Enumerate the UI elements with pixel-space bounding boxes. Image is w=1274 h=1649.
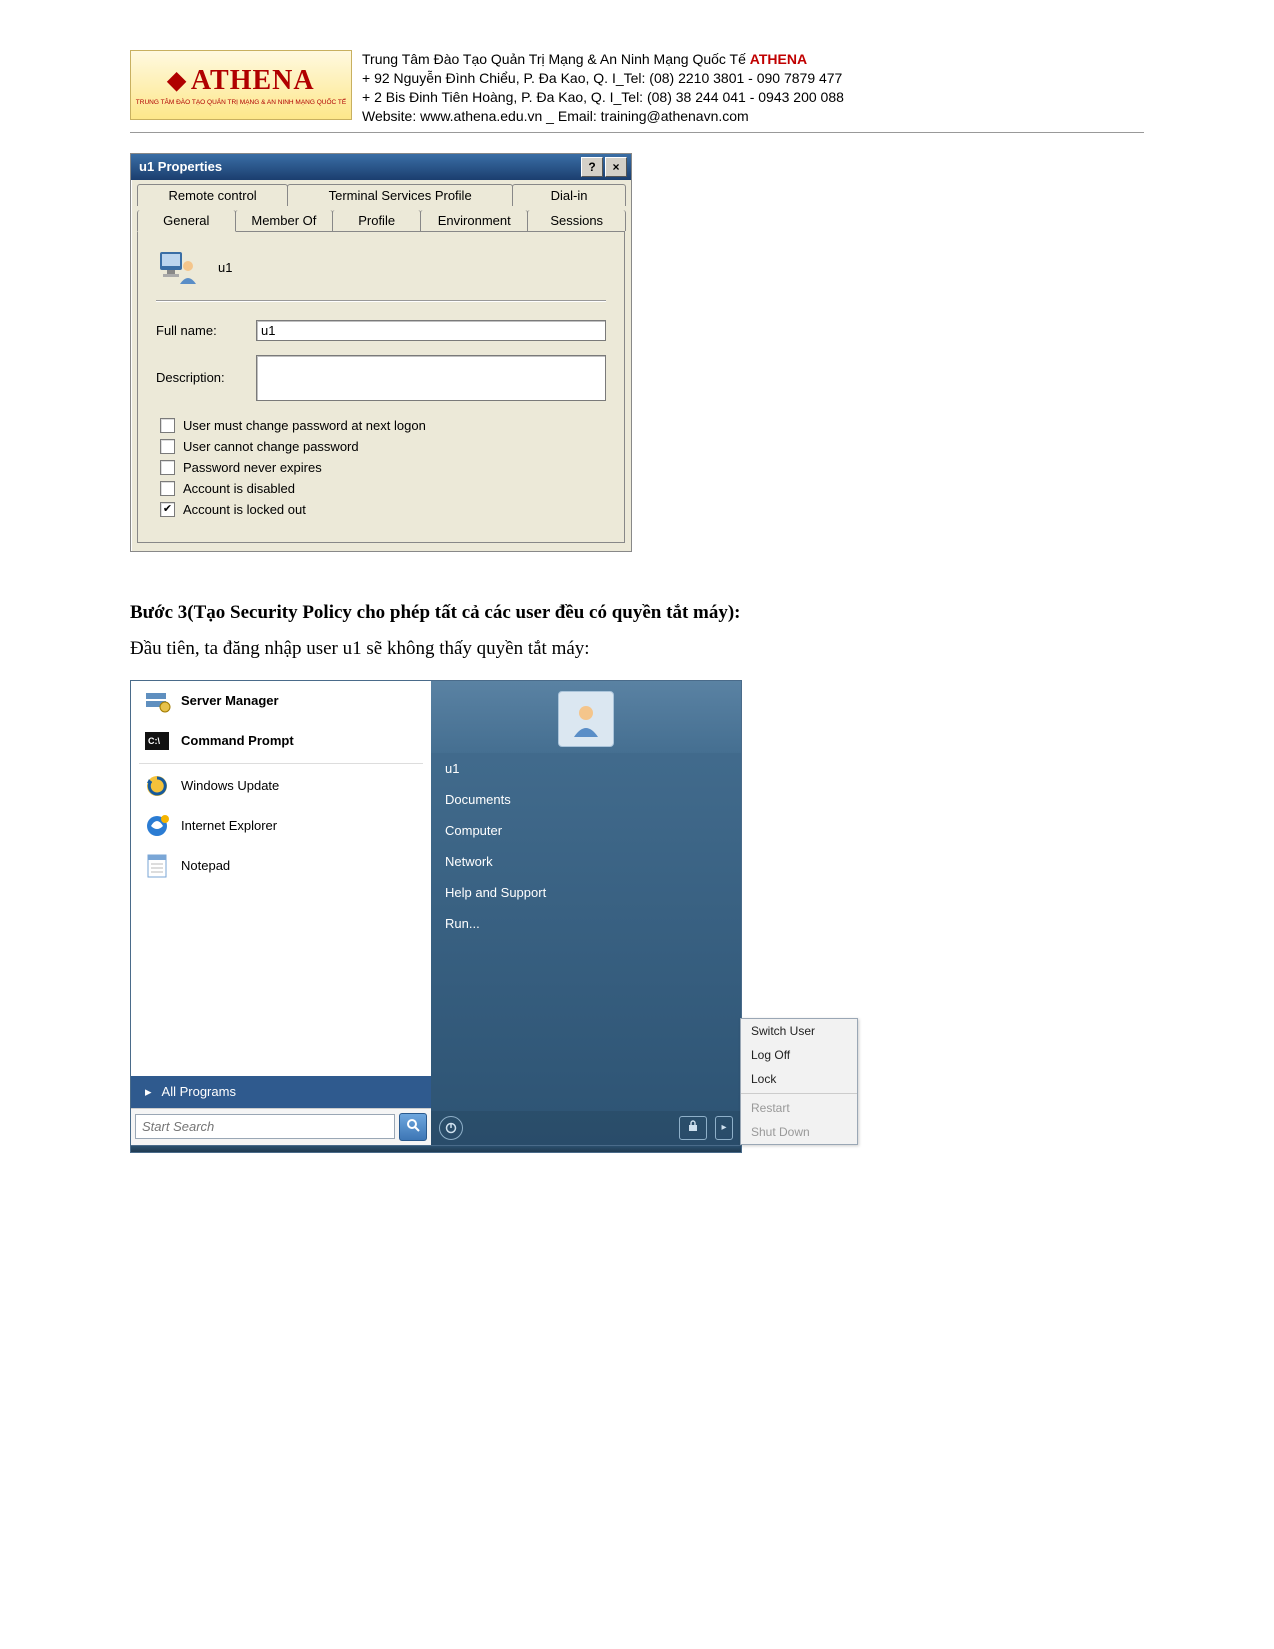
cmd-icon: C:\ [143, 727, 171, 755]
search-bar [131, 1108, 431, 1145]
check-cannot-change[interactable]: User cannot change password [156, 436, 606, 457]
tab-environment[interactable]: Environment [420, 210, 528, 231]
description-input[interactable] [256, 355, 606, 401]
start-item-label: Notepad [181, 858, 230, 873]
athena-logo: ◆ ATHENA TRUNG TÂM ĐÀO TẠO QUẢN TRỊ MẠNG… [130, 50, 352, 120]
right-link-network[interactable]: Network [431, 846, 741, 877]
search-icon [406, 1118, 420, 1135]
checkbox-icon[interactable] [160, 460, 175, 475]
flyout-restart: Restart [741, 1096, 857, 1120]
start-item-notepad[interactable]: Notepad [131, 846, 431, 886]
right-link-documents[interactable]: Documents [431, 784, 741, 815]
tab-profile[interactable]: Profile [332, 210, 421, 231]
document-header: ◆ ATHENA TRUNG TÂM ĐÀO TẠO QUẢN TRỊ MẠNG… [130, 50, 1144, 133]
divider [156, 300, 606, 302]
start-item-cmd[interactable]: C:\ Command Prompt [131, 721, 431, 761]
all-programs-label: All Programs [162, 1084, 236, 1099]
help-button[interactable]: ? [581, 157, 603, 177]
start-divider [139, 763, 423, 764]
check-locked-out[interactable]: ✔ Account is locked out [156, 499, 606, 520]
all-programs-button[interactable]: ▸ All Programs [131, 1076, 431, 1108]
svg-text:C:\: C:\ [148, 736, 160, 746]
checkbox-icon[interactable] [160, 418, 175, 433]
full-name-input[interactable] [256, 320, 606, 341]
power-options-arrow[interactable]: ▸ [715, 1116, 733, 1140]
power-options-menu: Switch User Log Off Lock Restart Shut Do… [740, 1018, 858, 1145]
checkbox-icon[interactable] [160, 481, 175, 496]
taskbar [130, 1146, 742, 1153]
start-item-label: Server Manager [181, 693, 279, 708]
flyout-lock[interactable]: Lock [741, 1067, 857, 1091]
right-link-run[interactable]: Run... [431, 908, 741, 939]
tabs-row-2: General Member Of Profile Environment Se… [137, 210, 625, 231]
step-3-text: Đầu tiên, ta đăng nhập user u1 sẽ không … [130, 638, 1144, 660]
search-input[interactable] [135, 1114, 395, 1139]
flyout-switch-user[interactable]: Switch User [741, 1019, 857, 1043]
check-label: Account is locked out [183, 502, 306, 517]
chevron-right-icon: ▸ [145, 1084, 152, 1100]
start-item-ie[interactable]: Internet Explorer [131, 806, 431, 846]
start-item-server-manager[interactable]: Server Manager [131, 681, 431, 721]
tab-sessions[interactable]: Sessions [527, 210, 626, 231]
flyout-log-off[interactable]: Log Off [741, 1043, 857, 1067]
dialog-title: u1 Properties [139, 159, 222, 174]
tab-general[interactable]: General [137, 210, 236, 232]
banner-contact: Trung Tâm Đào Tạo Quản Trị Mạng & An Nin… [362, 50, 844, 126]
dialog-titlebar[interactable]: u1 Properties ? × [131, 154, 631, 180]
start-item-label: Windows Update [181, 778, 279, 793]
banner-line1-brand: ATHENA [750, 51, 807, 67]
power-buttons-bar: ▸ [431, 1111, 741, 1145]
start-menu: Server Manager C:\ Command Prompt Window… [130, 680, 742, 1146]
banner-line2: + 92 Nguyễn Đình Chiểu, P. Đa Kao, Q. I_… [362, 69, 844, 88]
tab-terminal-services[interactable]: Terminal Services Profile [287, 184, 513, 206]
description-label: Description: [156, 370, 256, 385]
tab-dialin[interactable]: Dial-in [512, 184, 626, 206]
server-icon [143, 687, 171, 715]
checkbox-icon[interactable]: ✔ [160, 502, 175, 517]
check-change-password[interactable]: User must change password at next logon [156, 415, 606, 436]
tab-remote-control[interactable]: Remote control [137, 184, 288, 206]
start-menu-right-panel: u1 Documents Computer Network Help and S… [431, 681, 741, 1145]
start-item-label: Internet Explorer [181, 818, 277, 833]
user-icon [156, 246, 200, 290]
banner-line3: + 2 Bis Đinh Tiên Hoàng, P. Đa Kao, Q. I… [362, 88, 844, 107]
flyout-shutdown: Shut Down [741, 1120, 857, 1144]
flyout-separator [741, 1093, 857, 1094]
checkbox-icon[interactable] [160, 439, 175, 454]
check-label: Password never expires [183, 460, 322, 475]
lock-button[interactable] [679, 1116, 707, 1140]
full-name-label: Full name: [156, 323, 256, 338]
check-never-expires[interactable]: Password never expires [156, 457, 606, 478]
u1-properties-dialog: u1 Properties ? × Remote control Termina… [130, 153, 632, 552]
general-tab-panel: u1 Full name: Description: User must cha… [137, 231, 625, 543]
right-link-user[interactable]: u1 [431, 753, 741, 784]
start-item-label: Command Prompt [181, 733, 294, 748]
tabs-row-1: Remote control Terminal Services Profile… [137, 184, 625, 206]
banner-line1-prefix: Trung Tâm Đào Tạo Quản Trị Mạng & An Nin… [362, 51, 750, 67]
update-icon [143, 772, 171, 800]
username-display: u1 [218, 260, 232, 275]
right-link-computer[interactable]: Computer [431, 815, 741, 846]
ie-icon [143, 812, 171, 840]
check-label: Account is disabled [183, 481, 295, 496]
lock-icon [687, 1120, 699, 1135]
logo-subtitle: TRUNG TÂM ĐÀO TẠO QUẢN TRỊ MẠNG & AN NIN… [136, 99, 346, 106]
step-3-title: Bước 3(Tạo Security Policy cho phép tất … [130, 602, 1144, 624]
check-label: User must change password at next logon [183, 418, 426, 433]
start-item-windows-update[interactable]: Windows Update [131, 766, 431, 806]
tab-member-of[interactable]: Member Of [235, 210, 334, 231]
logo-text: ATHENA [191, 65, 315, 97]
banner-line4: Website: www.athena.edu.vn _ Email: trai… [362, 107, 844, 126]
close-button[interactable]: × [605, 157, 627, 177]
diamond-icon: ◆ [167, 66, 186, 95]
user-avatar[interactable] [558, 691, 614, 747]
right-link-help[interactable]: Help and Support [431, 877, 741, 908]
search-button[interactable] [399, 1113, 427, 1141]
start-menu-left-panel: Server Manager C:\ Command Prompt Window… [131, 681, 431, 1145]
notepad-icon [143, 852, 171, 880]
check-label: User cannot change password [183, 439, 359, 454]
power-icon[interactable] [439, 1116, 463, 1140]
check-disabled[interactable]: Account is disabled [156, 478, 606, 499]
